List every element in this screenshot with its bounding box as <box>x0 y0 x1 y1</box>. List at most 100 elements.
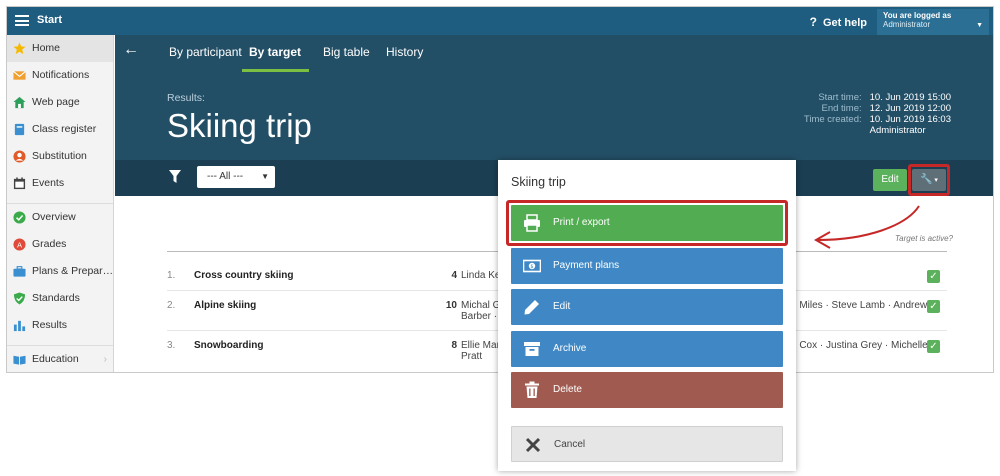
sidebar-item-substitution[interactable]: Substitution <box>7 143 113 170</box>
sidebar-item-label: Notifications <box>32 69 90 81</box>
end-time-label: End time: <box>821 103 862 114</box>
calendar-icon <box>13 177 26 190</box>
tab-by-target[interactable]: By target <box>249 45 301 59</box>
participant-count: 8 <box>451 340 457 351</box>
sidebar-item-web-page[interactable]: Web page <box>7 89 113 116</box>
payment-plans-button[interactable]: $ Payment plans <box>511 248 783 284</box>
top-bar: Start ? Get help You are logged as Admini… <box>7 7 993 35</box>
user-menu[interactable]: You are logged as Administrator ▼ <box>877 9 989 35</box>
filter-select[interactable]: --- All --- ▼ <box>197 166 275 188</box>
close-icon <box>525 437 541 453</box>
page-title: Skiing trip <box>167 107 312 144</box>
end-time-value: 12. Jun 2019 12:00 <box>869 103 951 114</box>
event-meta: Start time: 10. Jun 2019 15:00 End time: 1… <box>804 92 951 136</box>
open-book-icon <box>13 355 26 365</box>
sidebar-item-label: Home <box>32 42 61 54</box>
participant-list-continued: n Miles · Steve Lamb · Andrew <box>791 300 928 311</box>
svg-text:$: $ <box>530 264 533 270</box>
target-name[interactable]: Alpine skiing <box>194 300 256 311</box>
edit-button[interactable]: Edit <box>873 169 907 191</box>
sidebar-item-label: Web page <box>32 96 80 108</box>
results-label: Results: <box>167 92 205 104</box>
active-check-icon: ✓ <box>927 270 940 283</box>
sidebar-item-events[interactable]: Events <box>7 170 113 197</box>
dialog-edit-label: Edit <box>553 301 571 312</box>
highlight-box <box>506 200 788 246</box>
cancel-label: Cancel <box>554 439 586 450</box>
active-tab-indicator <box>242 69 309 72</box>
sidebar-item-home[interactable]: Home <box>7 35 113 62</box>
dialog-edit-button[interactable]: Edit <box>511 289 783 325</box>
filter-select-value: --- All --- <box>207 171 244 182</box>
sidebar-item-label: Substitution <box>32 150 87 162</box>
sidebar-item-label: Standards <box>32 292 80 304</box>
star-icon <box>13 42 26 55</box>
sidebar-item-label: Results <box>32 319 68 331</box>
archive-label: Archive <box>553 343 587 354</box>
start-time-label: Start time: <box>818 92 862 103</box>
annotation-arrow <box>813 205 920 249</box>
archive-button[interactable]: Archive <box>511 331 783 367</box>
sidebar-divider <box>7 339 113 346</box>
row-number: 2. <box>167 300 176 311</box>
sidebar-item-label: Overview <box>32 211 76 223</box>
sidebar-item-overview[interactable]: Overview <box>7 204 113 231</box>
shield-icon <box>13 292 26 305</box>
highlight-box <box>908 164 950 196</box>
sidebar-item-class-register[interactable]: Class register <box>7 116 113 143</box>
delete-label: Delete <box>553 384 582 395</box>
tab-by-participant[interactable]: By participant <box>169 45 242 59</box>
sidebar-item-standards[interactable]: Standards <box>7 285 113 312</box>
archive-box-icon <box>524 342 540 356</box>
sidebar-item-education[interactable]: Education › <box>7 346 113 372</box>
creator-label <box>804 125 870 136</box>
help-label: Get help <box>822 17 867 29</box>
question-icon: ? <box>809 15 817 29</box>
sidebar-item-notifications[interactable]: Notifications <box>7 62 113 89</box>
sidebar-item-label: Education <box>32 353 79 365</box>
actions-dialog: Skiing trip Print / export $ Payment pla… <box>498 160 796 471</box>
start-time-value: 10. Jun 2019 15:00 <box>869 92 951 103</box>
payment-plans-label: Payment plans <box>553 260 620 271</box>
chevron-down-icon: ▼ <box>261 172 269 181</box>
created-time-value: 10. Jun 2019 16:03 <box>869 114 951 125</box>
grades-icon: A <box>13 238 26 251</box>
app-title[interactable]: Start <box>37 14 62 26</box>
participant-count: 4 <box>451 270 457 281</box>
active-check-icon: ✓ <box>927 300 940 313</box>
dialog-title: Skiing trip <box>511 175 566 189</box>
created-time-label: Time created: <box>803 114 862 125</box>
help-link[interactable]: ? Get help <box>810 15 867 29</box>
tab-big-table[interactable]: Big table <box>323 45 370 59</box>
login-username: Administrator <box>883 20 931 29</box>
check-circle-icon <box>13 211 26 224</box>
tab-history[interactable]: History <box>386 45 423 59</box>
target-name[interactable]: Cross country skiing <box>194 270 293 281</box>
sidebar-item-results[interactable]: Results <box>7 312 113 339</box>
participant-count: 10 <box>445 300 457 311</box>
active-check-icon: ✓ <box>927 340 940 353</box>
chevron-right-icon: › <box>103 354 107 365</box>
pencil-icon <box>524 300 539 315</box>
book-icon <box>14 123 25 136</box>
filter-icon[interactable] <box>169 170 181 184</box>
chevron-down-icon: ▼ <box>976 22 983 29</box>
sidebar-divider <box>7 197 113 204</box>
participant-list-continued: n Cox · Justina Grey · Michelle <box>791 340 928 351</box>
target-name[interactable]: Snowboarding <box>194 340 263 351</box>
trash-icon <box>525 381 539 398</box>
svg-text:A: A <box>17 240 22 249</box>
delete-button[interactable]: Delete <box>511 372 783 408</box>
envelope-icon <box>13 70 26 80</box>
menu-icon[interactable] <box>15 15 29 26</box>
back-arrow-icon[interactable]: ← <box>123 41 139 59</box>
login-caption: You are logged as <box>883 11 952 20</box>
person-icon <box>13 150 26 163</box>
sidebar-item-grades[interactable]: A Grades <box>7 231 113 258</box>
sidebar-item-label: Class register <box>32 123 97 135</box>
sidebar-item-plans[interactable]: Plans & Prepar… <box>7 258 113 285</box>
row-number: 1. <box>167 270 176 281</box>
money-icon: $ <box>523 259 541 273</box>
cancel-button[interactable]: Cancel <box>511 426 783 462</box>
sidebar-item-label: Grades <box>32 238 67 250</box>
